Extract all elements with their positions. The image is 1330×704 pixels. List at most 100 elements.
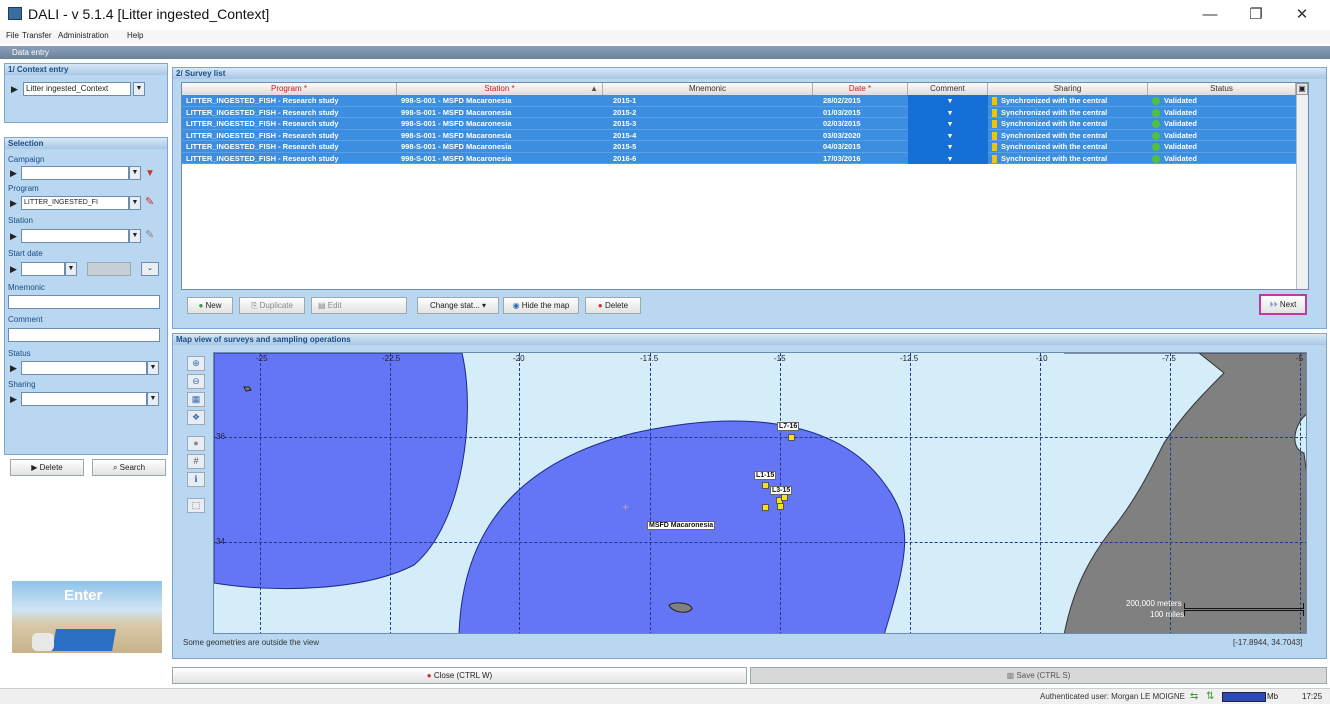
cell-sharing[interactable]: Synchronized with the central — [988, 130, 1148, 142]
cell-comment[interactable]: ▾ — [908, 129, 988, 141]
col-status[interactable]: Status — [1148, 83, 1296, 95]
col-mnemonic[interactable]: Mnemonic — [603, 83, 813, 95]
cell-sharing[interactable]: Synchronized with the central — [988, 95, 1148, 107]
program-pencil-icon[interactable]: ✎ — [145, 195, 154, 208]
cell-mnemonic[interactable]: 2015-4 — [603, 130, 813, 142]
zoom-extent-icon[interactable]: ▦ — [187, 392, 205, 407]
selection-delete-button[interactable]: ▶ Delete — [10, 459, 84, 476]
cell-date[interactable]: 03/03/2020 — [813, 130, 908, 142]
cell-date[interactable]: 17/03/2016 — [813, 153, 908, 165]
program-dropdown-button[interactable]: ▼ — [129, 196, 141, 210]
hide-map-button[interactable]: ◉ Hide the map — [503, 297, 579, 314]
cell-sharing[interactable]: Synchronized with the central — [988, 153, 1148, 165]
search-button[interactable]: ⌕ Search — [92, 459, 166, 476]
menu-help[interactable]: Help — [127, 31, 143, 40]
menu-transfer[interactable]: Transfer — [22, 31, 52, 40]
cell-sharing[interactable]: Synchronized with the central — [988, 141, 1148, 153]
comment-field[interactable] — [8, 328, 160, 342]
layers-icon[interactable]: ❖ — [187, 410, 205, 425]
cell-program[interactable]: LITTER_INGESTED_FISH - Research study — [182, 153, 397, 165]
mnemonic-field[interactable] — [8, 295, 160, 309]
cell-program[interactable]: LITTER_INGESTED_FISH - Research study — [182, 95, 397, 107]
cell-mnemonic[interactable]: 2015-5 — [603, 141, 813, 153]
edit-button[interactable]: ▤ Edit — [311, 297, 407, 314]
cell-status[interactable]: Validated — [1148, 130, 1296, 142]
cell-program[interactable]: LITTER_INGESTED_FISH - Research study — [182, 118, 397, 130]
cell-date[interactable]: 01/03/2015 — [813, 107, 908, 119]
status-field[interactable] — [21, 361, 147, 375]
grid-toggle-icon[interactable]: # — [187, 454, 205, 469]
station-pencil-icon[interactable]: ✎ — [145, 228, 154, 241]
cell-station[interactable]: 998-S-001 - MSFD Macaronesia — [397, 118, 603, 130]
station-dropdown-button[interactable]: ▼ — [129, 229, 141, 243]
column-chooser-icon[interactable]: ▣ — [1296, 83, 1308, 95]
zoom-out-icon[interactable]: ⊖ — [187, 374, 205, 389]
menu-administration[interactable]: Administration — [58, 31, 109, 40]
cell-sharing[interactable]: Synchronized with the central — [988, 118, 1148, 130]
close-button[interactable]: ● Close (CTRL W) — [172, 667, 747, 684]
save-button[interactable]: ▩ Save (CTRL S) — [750, 667, 1327, 684]
station-field[interactable] — [21, 229, 129, 243]
table-row[interactable]: LITTER_INGESTED_FISH - Research study 998… — [182, 95, 1296, 107]
cell-mnemonic[interactable]: 2016-6 — [603, 153, 813, 165]
select-area-icon[interactable]: ⬚ — [187, 498, 205, 513]
col-station[interactable]: Station * ▲ — [397, 83, 603, 95]
start-date-dropdown-button[interactable]: ▼ — [65, 262, 77, 276]
cell-mnemonic[interactable]: 2015-2 — [603, 107, 813, 119]
cell-mnemonic[interactable]: 2015-1 — [603, 95, 813, 107]
station-marker[interactable] — [788, 434, 795, 441]
enter-image[interactable]: Enter — [12, 581, 162, 653]
next-button[interactable]: ⏵⏵ Next — [1259, 294, 1307, 315]
zoom-in-icon[interactable]: ⊕ — [187, 356, 205, 371]
col-sharing[interactable]: Sharing — [988, 83, 1148, 95]
cell-comment[interactable]: ▾ — [908, 118, 988, 130]
duplicate-button[interactable]: ⎘ Duplicate — [239, 297, 305, 314]
cell-program[interactable]: LITTER_INGESTED_FISH - Research study — [182, 141, 397, 153]
sharing-field[interactable] — [21, 392, 147, 406]
status-dropdown-button[interactable]: ▼ — [147, 361, 159, 375]
cell-station[interactable]: 998-S-001 - MSFD Macaronesia — [397, 107, 603, 119]
table-row[interactable]: LITTER_INGESTED_FISH - Research study 998… — [182, 118, 1296, 130]
context-select[interactable]: Litter ingested_Context — [23, 82, 131, 96]
minimize-button[interactable]: — — [1190, 4, 1230, 26]
cell-comment[interactable]: ▾ — [908, 106, 988, 118]
cell-mnemonic[interactable]: 2015-3 — [603, 118, 813, 130]
station-marker[interactable] — [762, 504, 769, 511]
context-dropdown-button[interactable]: ▼ — [133, 82, 145, 96]
change-status-button[interactable]: Change stat... ▾ — [417, 297, 499, 314]
cell-comment[interactable]: ▾ — [908, 141, 988, 153]
cell-status[interactable]: Validated — [1148, 118, 1296, 130]
delete-survey-button[interactable]: ● Delete — [585, 297, 641, 314]
campaign-filter-icon[interactable]: ▼ — [145, 168, 155, 179]
pan-icon[interactable]: ● — [187, 436, 205, 451]
cell-station[interactable]: 998-S-001 - MSFD Macaronesia — [397, 130, 603, 142]
cell-station[interactable]: 998-S-001 - MSFD Macaronesia — [397, 141, 603, 153]
station-marker[interactable] — [781, 494, 788, 501]
table-row[interactable]: LITTER_INGESTED_FISH - Research study 998… — [182, 106, 1296, 119]
menu-file[interactable]: File — [6, 31, 19, 40]
table-row[interactable]: LITTER_INGESTED_FISH - Research study 998… — [182, 141, 1296, 153]
cell-comment[interactable]: ▾ — [908, 152, 988, 164]
cell-station[interactable]: 998-S-001 - MSFD Macaronesia — [397, 153, 603, 165]
cell-sharing[interactable]: Synchronized with the central — [988, 107, 1148, 119]
station-marker[interactable] — [777, 503, 784, 510]
cell-status[interactable]: Validated — [1148, 141, 1296, 153]
map-canvas[interactable]: -25 -22.5 -20 -17.5 -15 -12.5 -10 -7.5 -… — [213, 352, 1307, 634]
table-row[interactable]: LITTER_INGESTED_FISH - Research study 998… — [182, 152, 1296, 165]
new-button[interactable]: ● New — [187, 297, 233, 314]
col-date[interactable]: Date * — [813, 83, 908, 95]
maximize-button[interactable]: ❐ — [1236, 4, 1276, 26]
table-row[interactable]: LITTER_INGESTED_FISH - Research study 998… — [182, 129, 1296, 142]
cell-program[interactable]: LITTER_INGESTED_FISH - Research study — [182, 130, 397, 142]
col-comment[interactable]: Comment — [908, 83, 988, 95]
sharing-dropdown-button[interactable]: ▼ — [147, 392, 159, 406]
cell-status[interactable]: Validated — [1148, 153, 1296, 165]
start-date-field[interactable] — [21, 262, 65, 276]
cell-status[interactable]: Validated — [1148, 95, 1296, 107]
station-marker[interactable] — [762, 482, 769, 489]
cell-date[interactable]: 04/03/2015 — [813, 141, 908, 153]
close-window-button[interactable]: ✕ — [1282, 4, 1322, 26]
cell-comment[interactable]: ▾ — [908, 95, 988, 107]
cell-program[interactable]: LITTER_INGESTED_FISH - Research study — [182, 107, 397, 119]
cell-station[interactable]: 998-S-001 - MSFD Macaronesia — [397, 95, 603, 107]
